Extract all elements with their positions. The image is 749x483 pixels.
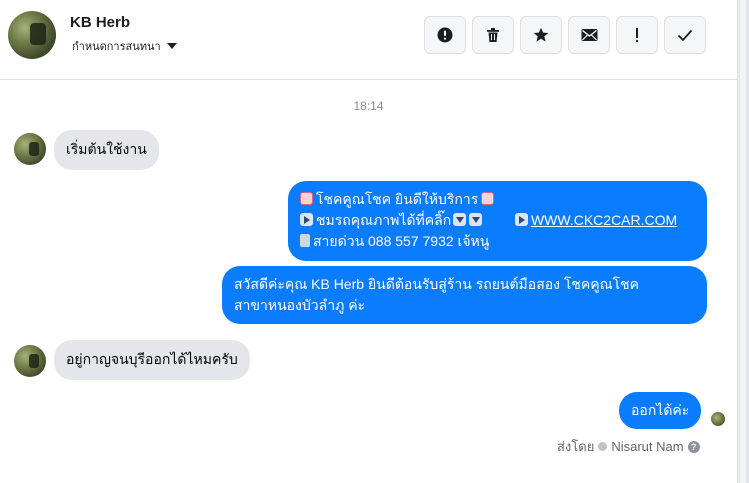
- header-actions: [424, 16, 706, 54]
- message-line: สาขาหนองบัวลำภู ค่ะ: [234, 297, 366, 313]
- label-dropdown[interactable]: กำหนดการสนทนา: [72, 37, 177, 55]
- message-timestamp: 18:14: [353, 99, 384, 113]
- mobile-phone-icon: [300, 234, 310, 247]
- mark-unread-button[interactable]: [568, 16, 610, 54]
- website-link[interactable]: WWW.CKC2CAR.COM: [531, 212, 677, 228]
- message-text: สายด่วน 088 557 7932 เจ้หนู: [313, 233, 490, 249]
- sparkle-icon: [300, 192, 313, 205]
- down-arrow-icon: [469, 213, 483, 226]
- contact-avatar-small[interactable]: [14, 345, 46, 377]
- message-line: สวัสดีค่ะคุณ KB Herb ยินดีต้อนรับสู่ร้าน…: [234, 276, 640, 292]
- outgoing-message: โชคคูณโชค ยินดีให้บริการ ชมรถคุณภาพได้ที…: [288, 181, 707, 261]
- exclamation-icon: [636, 28, 638, 42]
- play-button-icon: [514, 213, 528, 226]
- message-line: ชมรถคุณภาพได้ที่คลิ๊ก WWW.CKC2CAR.COM: [300, 210, 695, 231]
- play-button-icon: [300, 213, 313, 226]
- star-icon: [533, 27, 549, 42]
- star-button[interactable]: [520, 16, 562, 54]
- sent-by-label: ส่งโดย: [557, 439, 595, 454]
- side-panel-edge: [737, 0, 749, 483]
- conversation-header: KB Herb กำหนดการสนทนา: [0, 0, 737, 80]
- caret-down-icon: [166, 43, 177, 49]
- trash-icon: [487, 28, 499, 42]
- label-dropdown-text: กำหนดการสนทนา: [72, 41, 161, 53]
- incoming-message: เริ่มต้นใช้งาน: [54, 130, 159, 170]
- contact-avatar-small[interactable]: [14, 133, 46, 165]
- sent-by-name[interactable]: Nisarut Nam: [611, 439, 683, 454]
- envelope-icon: [581, 29, 597, 41]
- done-button[interactable]: [664, 16, 706, 54]
- alert-circle-icon: [437, 27, 453, 43]
- message-line: โชคคูณโชค ยินดีให้บริการ: [300, 189, 695, 210]
- help-icon[interactable]: ?: [687, 440, 700, 453]
- outgoing-message: สวัสดีค่ะคุณ KB Herb ยินดีต้อนรับสู่ร้าน…: [222, 266, 707, 324]
- message-line: สายด่วน 088 557 7932 เจ้หนู: [300, 231, 695, 252]
- seen-avatar: [711, 412, 725, 426]
- message-text: โชคคูณโชค ยินดีให้บริการ: [316, 191, 479, 207]
- scrollbar[interactable]: [740, 0, 746, 483]
- down-arrow-icon: [453, 213, 467, 226]
- contact-name[interactable]: KB Herb: [70, 14, 130, 31]
- check-icon: [677, 29, 693, 42]
- outgoing-message: ออกได้ค่ะ: [619, 392, 702, 429]
- contact-avatar[interactable]: [8, 11, 56, 59]
- sparkle-icon: [481, 192, 495, 205]
- page-icon: [598, 442, 608, 451]
- conversation-panel: KB Herb กำหนดการสนทนา 18:14 เริ่มต้นใช้ง…: [0, 0, 737, 483]
- spam-button[interactable]: [616, 16, 658, 54]
- incoming-message: อยู่กาญจนบุรีออกได้ไหมครับ: [54, 340, 250, 380]
- report-button[interactable]: [424, 16, 466, 54]
- sent-by-info: ส่งโดย Nisarut Nam ?: [557, 436, 700, 457]
- message-text: ชมรถคุณภาพได้ที่คลิ๊ก: [316, 212, 452, 228]
- delete-button[interactable]: [472, 16, 514, 54]
